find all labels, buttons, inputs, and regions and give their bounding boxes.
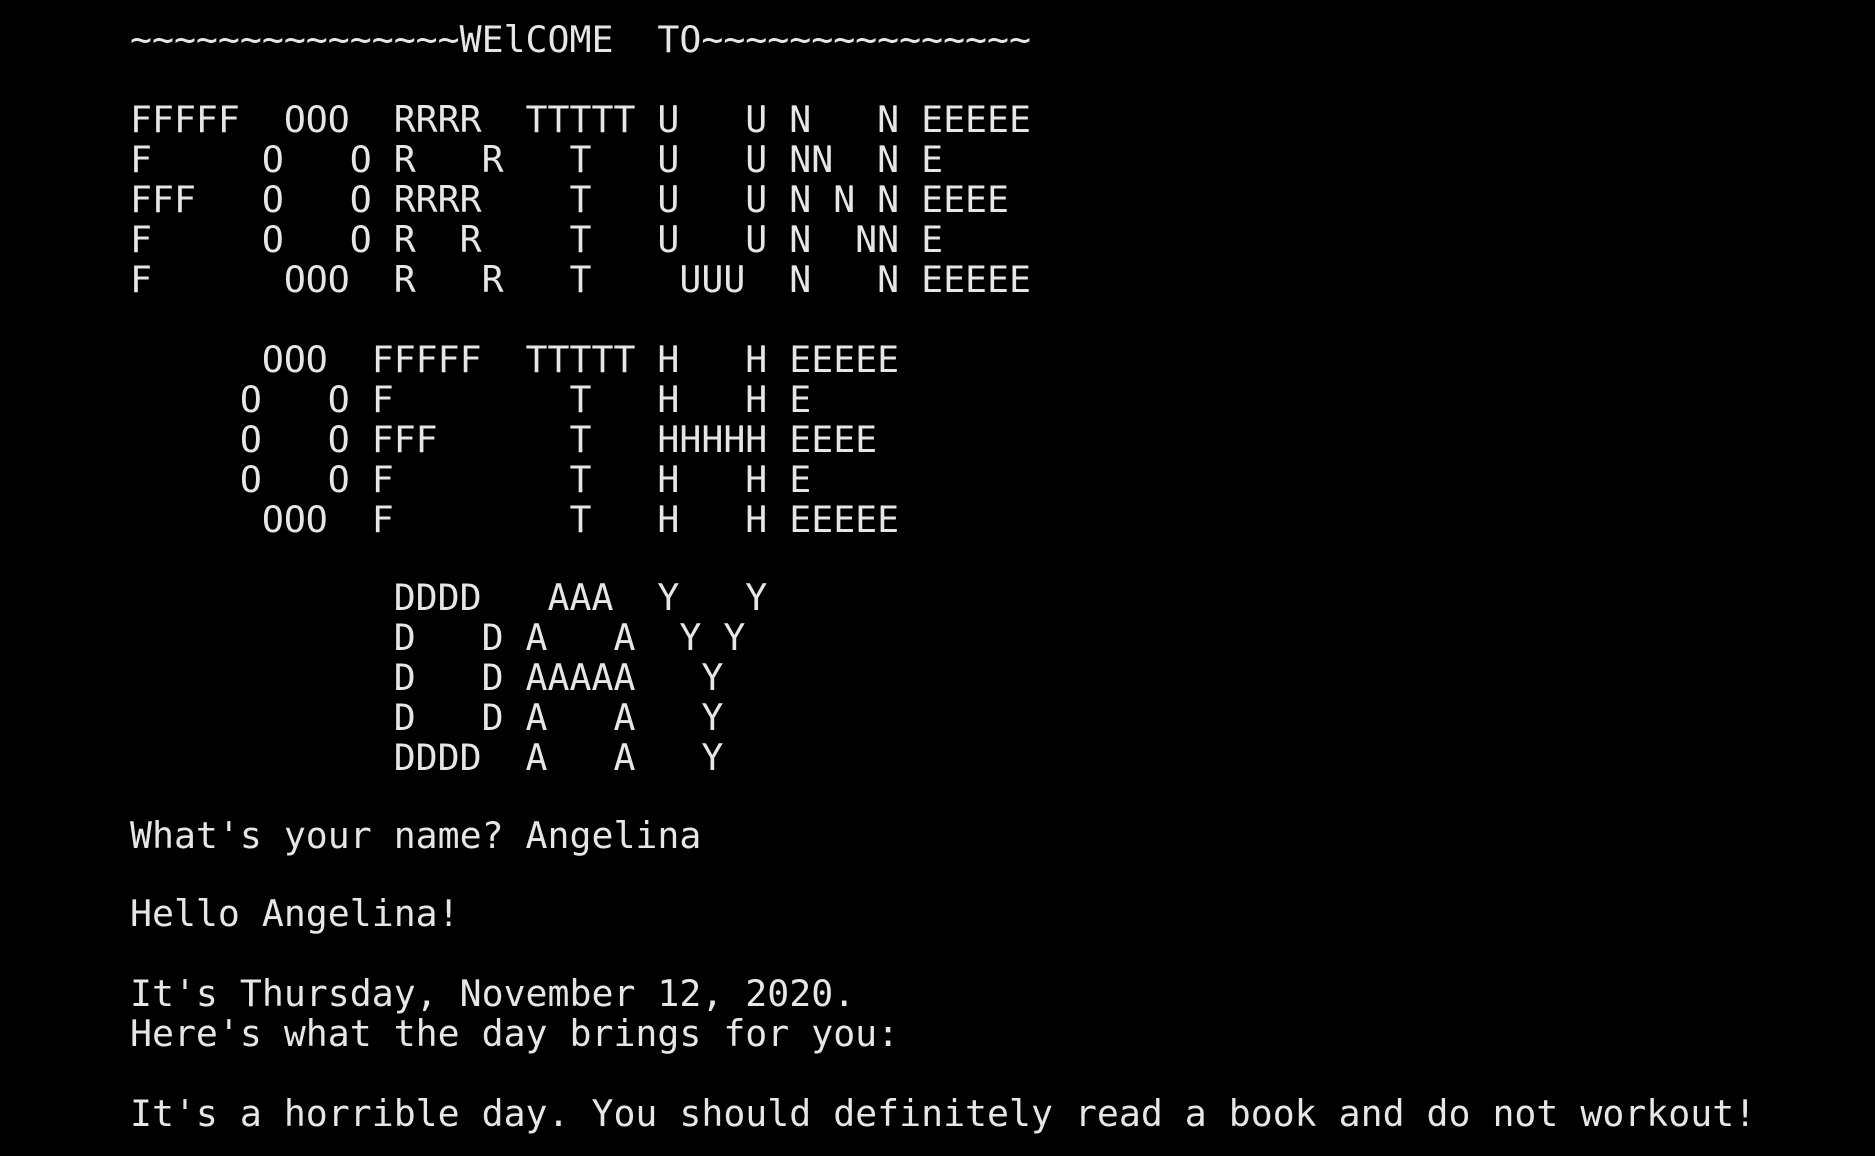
ascii-fortune-row-1: FFFFF OOO RRRR TTTTT U U N N EEEEE bbox=[130, 98, 1031, 141]
ascii-fortune-row-2: F O O R R T U U NN N E bbox=[130, 138, 944, 181]
ascii-ofthe-row-1: OOO FFFFF TTTTT H H EEEEE bbox=[130, 338, 900, 381]
ascii-fortune-row-4: F O O R R T U U N NN E bbox=[130, 218, 944, 261]
ascii-ofthe-row-3: O O FFF T HHHHH EEEE bbox=[130, 418, 878, 461]
ascii-day-row-3: D D AAAAA Y bbox=[130, 656, 724, 699]
welcome-banner-line: ~~~~~~~~~~~~~~~WElCOME TO~~~~~~~~~~~~~~~ bbox=[130, 18, 1031, 61]
ascii-ofthe-row-2: O O F T H H E bbox=[130, 378, 812, 421]
ascii-day-row-5: DDDD A A Y bbox=[130, 736, 724, 779]
date-line: It's Thursday, November 12, 2020. bbox=[130, 972, 856, 1015]
name-prompt-line: What's your name? Angelina bbox=[130, 814, 702, 857]
terminal-window: ~~~~~~~~~~~~~~~WElCOME TO~~~~~~~~~~~~~~~… bbox=[0, 0, 1875, 1156]
ascii-ofthe-row-5: OOO F T H H EEEEE bbox=[130, 498, 900, 541]
fortune-message-line: It's a horrible day. You should definite… bbox=[130, 1092, 1757, 1135]
greeting-line: Hello Angelina! bbox=[130, 892, 460, 935]
intro-line: Here's what the day brings for you: bbox=[130, 1012, 900, 1055]
ascii-fortune-row-5: F OOO R R T UUU N N EEEEE bbox=[130, 258, 1031, 301]
ascii-day-row-2: D D A A Y Y bbox=[130, 616, 746, 659]
ascii-day-row-1: DDDD AAA Y Y bbox=[130, 576, 768, 619]
ascii-day-row-4: D D A A Y bbox=[130, 696, 724, 739]
ascii-ofthe-row-4: O O F T H H E bbox=[130, 458, 812, 501]
ascii-fortune-row-3: FFF O O RRRR T U U N N N EEEE bbox=[130, 178, 1009, 221]
